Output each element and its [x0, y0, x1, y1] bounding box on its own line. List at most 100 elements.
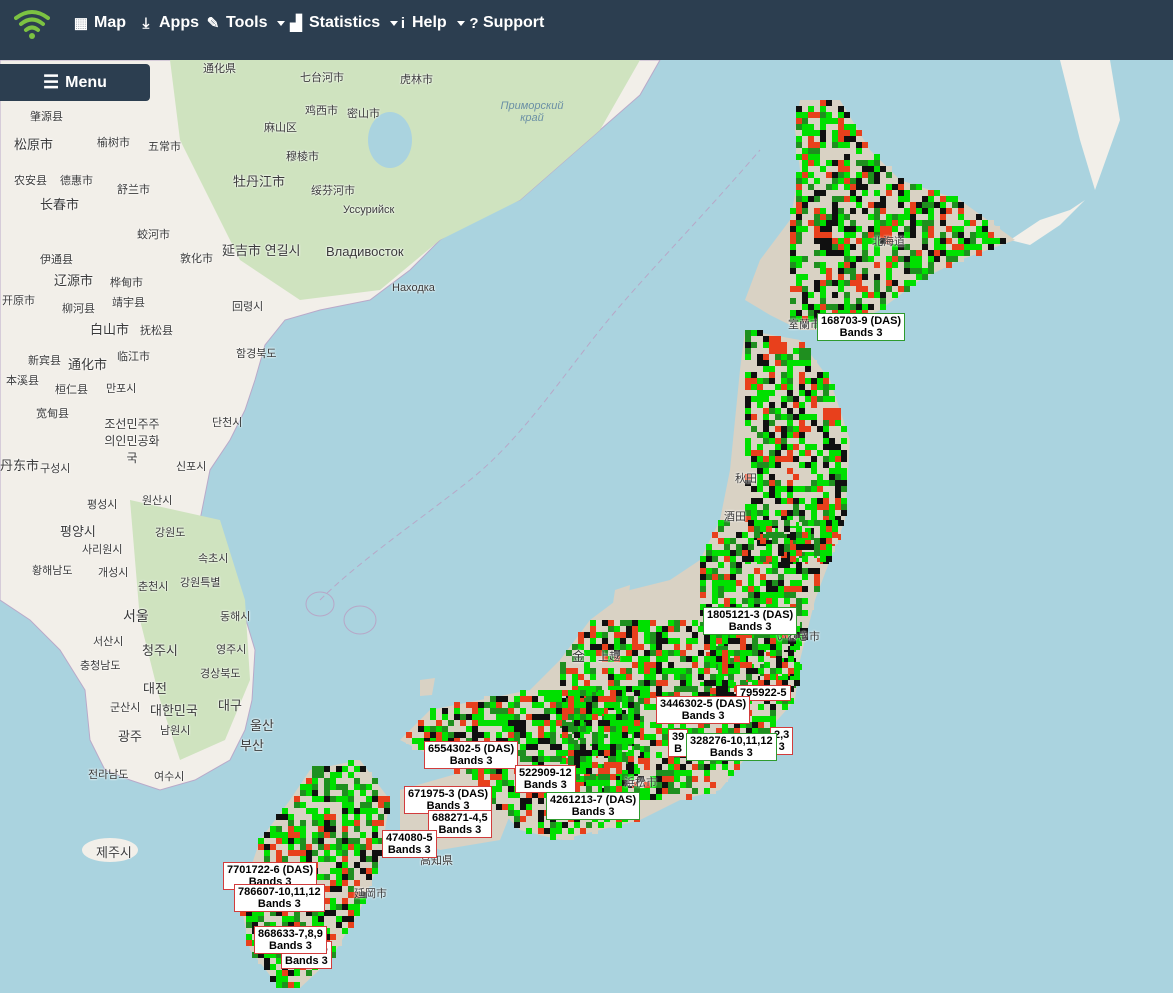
coverage-cell [330, 904, 336, 910]
coverage-cell [964, 220, 970, 226]
coverage-cell [406, 732, 412, 738]
coverage-cell [526, 696, 532, 702]
signal-logo-icon[interactable] [14, 8, 50, 44]
coverage-cell [826, 154, 832, 160]
cell-tag[interactable]: 168703-9 (DAS) Bands 3 [817, 313, 906, 341]
coverage-cell [799, 414, 805, 420]
coverage-cell [620, 632, 626, 638]
coverage-cell [808, 142, 814, 148]
coverage-cell [838, 244, 844, 250]
coverage-cell [856, 280, 862, 286]
coverage-cell [796, 214, 802, 220]
coverage-cell [330, 778, 336, 784]
coverage-cell [757, 384, 763, 390]
coverage-cell [686, 650, 692, 656]
coverage-cell [838, 226, 844, 232]
coverage-cell [844, 124, 850, 130]
coverage-cell [372, 856, 378, 862]
coverage-cell [372, 826, 378, 832]
coverage-cell [532, 816, 538, 822]
coverage-cell [610, 744, 616, 750]
coverage-cell [324, 820, 330, 826]
coverage-cell [626, 626, 632, 632]
nav-tools[interactable]: ✎ Tools [204, 14, 286, 32]
coverage-cell [336, 886, 342, 892]
coverage-cell [706, 574, 712, 580]
cell-tag[interactable]: 474080-5 Bands 3 [382, 830, 437, 858]
coverage-cell [472, 714, 478, 720]
coverage-cell [508, 780, 514, 786]
place-label: 개성시 [98, 567, 129, 579]
cell-tag[interactable]: 3446302-5 (DAS) Bands 3 [656, 696, 751, 724]
coverage-cell [850, 148, 856, 154]
cell-tag[interactable]: 1805121-3 (DAS) Bands 3 [703, 607, 798, 635]
coverage-cell [490, 732, 496, 738]
coverage-cell [730, 538, 736, 544]
place-label: 만포시 [106, 383, 137, 395]
coverage-cell [312, 766, 318, 772]
coverage-cell [556, 720, 562, 726]
coverage-cell [668, 680, 674, 686]
coverage-cell [754, 592, 760, 598]
coverage-cell [778, 580, 784, 586]
coverage-cell [580, 690, 586, 696]
nav-support[interactable]: ? Support [469, 14, 544, 32]
coverage-cell [704, 770, 710, 776]
coverage-cell [662, 788, 668, 794]
coverage-cell [318, 814, 324, 820]
coverage-cell [814, 532, 820, 538]
coverage-cell [829, 444, 835, 450]
nav-statistics[interactable]: ▟ Statistics [287, 14, 399, 32]
coverage-cell [799, 510, 805, 516]
coverage-cell [760, 526, 766, 532]
coverage-cell [892, 292, 898, 298]
coverage-cell [592, 768, 598, 774]
coverage-cell [781, 348, 787, 354]
cell-tag[interactable]: 6554302-5 (DAS) Bands 3 [424, 741, 519, 769]
place-label: 황해남도 [32, 565, 73, 577]
cell-tag[interactable]: 522909-12 Bands 3 [515, 765, 576, 793]
coverage-cell [312, 772, 318, 778]
coverage-cell [841, 468, 847, 474]
cell-tag[interactable]: 688271-4,5 Bands 3 [428, 810, 492, 838]
coverage-cell [808, 544, 814, 550]
cell-tag[interactable]: 786607-10,11,12 Bands 3 [234, 884, 325, 912]
coverage-cell [644, 698, 650, 704]
coverage-cell [662, 668, 668, 674]
coverage-cell [874, 262, 880, 268]
cell-tag[interactable]: 328276-10,11,12 Bands 3 [686, 733, 777, 761]
nav-map[interactable]: ▦ Map [72, 14, 126, 32]
coverage-cell [342, 916, 348, 922]
coverage-cell [778, 538, 784, 544]
cell-tag[interactable]: 4261213-7 (DAS) Bands 3 [546, 792, 641, 820]
coverage-cell [778, 598, 784, 604]
nav-apps[interactable]: ⤓ Apps [137, 14, 199, 32]
coverage-cell [634, 750, 640, 756]
coverage-cell [856, 274, 862, 280]
coverage-cell [952, 232, 958, 238]
coverage-cell [752, 650, 758, 656]
coverage-cell [668, 668, 674, 674]
coverage-cell [610, 780, 616, 786]
menu-button[interactable]: ☰ Menu [0, 64, 150, 101]
coverage-cell [868, 280, 874, 286]
coverage-cell [556, 708, 562, 714]
coverage-cell [616, 726, 622, 732]
coverage-cell [934, 226, 940, 232]
nav-help[interactable]: i Help [398, 14, 465, 32]
coverage-cell [596, 638, 602, 644]
coverage-cell [763, 480, 769, 486]
cell-tag[interactable]: 868633-7,8,9 Bands 3 [254, 926, 327, 954]
coverage-cell [556, 750, 562, 756]
coverage-cell [538, 726, 544, 732]
coverage-cell [820, 526, 826, 532]
coverage-cell [596, 674, 602, 680]
coverage-map[interactable]: 通化県 七台河市 虎林市 Приморский край 鸡西市 密山市 松原市… [0, 0, 1173, 988]
coverage-cell [763, 456, 769, 462]
coverage-cell [514, 696, 520, 702]
coverage-cell [718, 580, 724, 586]
coverage-cell [342, 802, 348, 808]
place-label: 白山市 [90, 322, 130, 337]
coverage-cell [775, 498, 781, 504]
coverage-cell [811, 402, 817, 408]
